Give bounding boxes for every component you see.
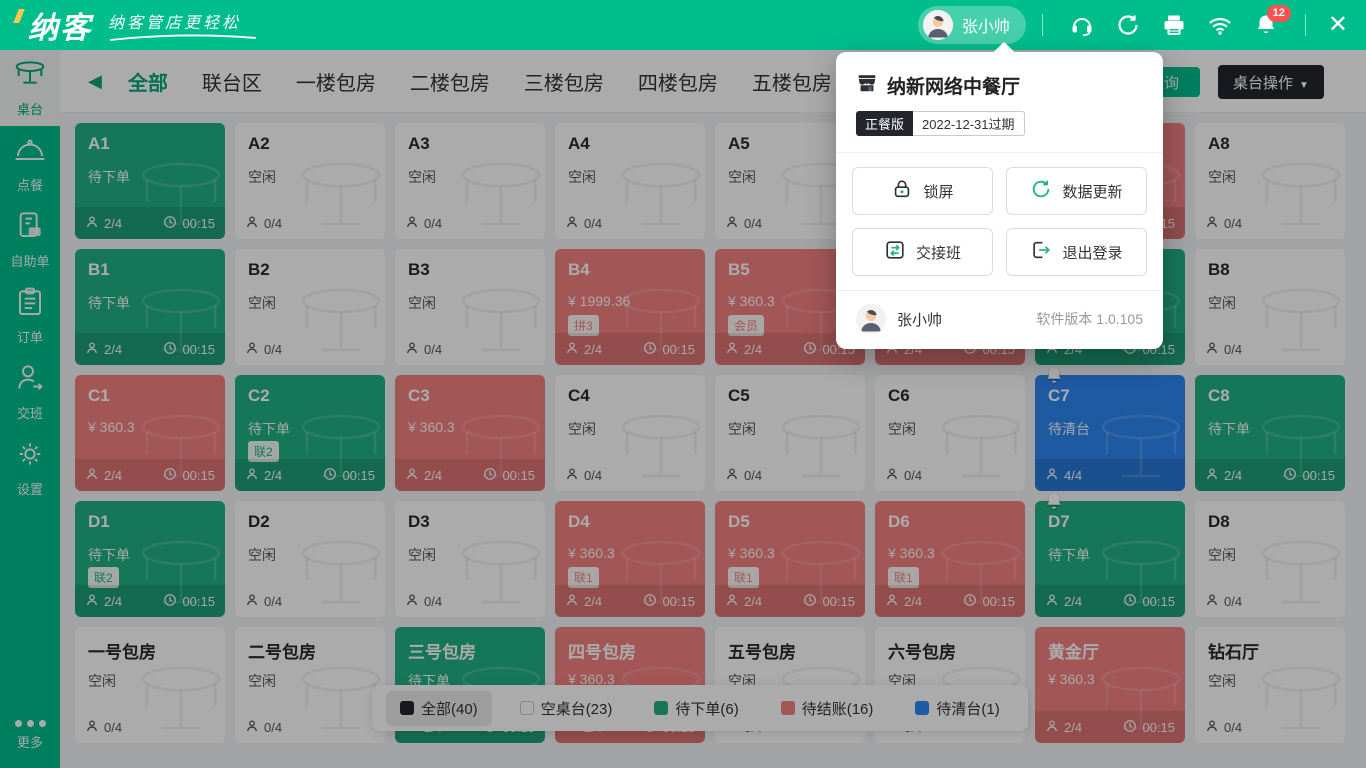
user-menu-popover: 纳新网络中餐厅 正餐版 2022-12-31过期 锁屏 数据更新交接班 退出登录 张… [836, 52, 1163, 349]
app-root: 纳客 纳客管店更轻松 张小帅 12 ✕ [0, 0, 1366, 768]
tagline-swoosh [108, 34, 258, 42]
brand-logo: 纳客 [16, 3, 92, 47]
edition-badge: 正餐版 [856, 111, 913, 136]
printer-icon[interactable] [1162, 13, 1186, 37]
lock-button[interactable]: 锁屏 [852, 167, 993, 215]
bell-icon[interactable]: 12 [1254, 13, 1278, 37]
store-icon [856, 72, 878, 99]
notification-badge: 12 [1267, 5, 1291, 22]
software-version: 软件版本 1.0.105 [1036, 309, 1143, 329]
user-menu-button[interactable]: 张小帅 [918, 6, 1026, 44]
refresh-icon [1030, 178, 1052, 204]
wifi-icon[interactable] [1208, 13, 1232, 37]
user-avatar [923, 10, 953, 40]
exit-icon [1030, 239, 1052, 265]
sync-icon[interactable] [1116, 13, 1140, 37]
swap-icon [884, 239, 906, 265]
close-icon[interactable]: ✕ [1328, 13, 1348, 37]
popover-button-label: 锁屏 [923, 181, 953, 202]
popover-user-name: 张小帅 [897, 309, 942, 330]
top-bar: 纳客 纳客管店更轻松 张小帅 12 ✕ [0, 0, 1366, 50]
logout-button[interactable]: 退出登录 [1006, 228, 1147, 276]
topbar-divider [1305, 14, 1306, 36]
license-badges: 正餐版 2022-12-31过期 [856, 111, 1163, 136]
lock-icon [891, 178, 913, 204]
user-name: 张小帅 [962, 13, 1010, 37]
restaurant-name: 纳新网络中餐厅 [887, 72, 1020, 99]
headset-icon[interactable] [1070, 13, 1094, 37]
handover-button[interactable]: 交接班 [852, 228, 993, 276]
brand-tagline: 纳客管店更轻松 [108, 9, 258, 42]
popover-button-label: 退出登录 [1062, 242, 1122, 263]
expiry-badge: 2022-12-31过期 [913, 111, 1025, 136]
topbar-divider [1042, 14, 1043, 36]
popover-button-label: 数据更新 [1062, 181, 1122, 202]
refresh-button[interactable]: 数据更新 [1006, 167, 1147, 215]
user-avatar [856, 304, 886, 334]
popover-button-label: 交接班 [916, 242, 961, 263]
